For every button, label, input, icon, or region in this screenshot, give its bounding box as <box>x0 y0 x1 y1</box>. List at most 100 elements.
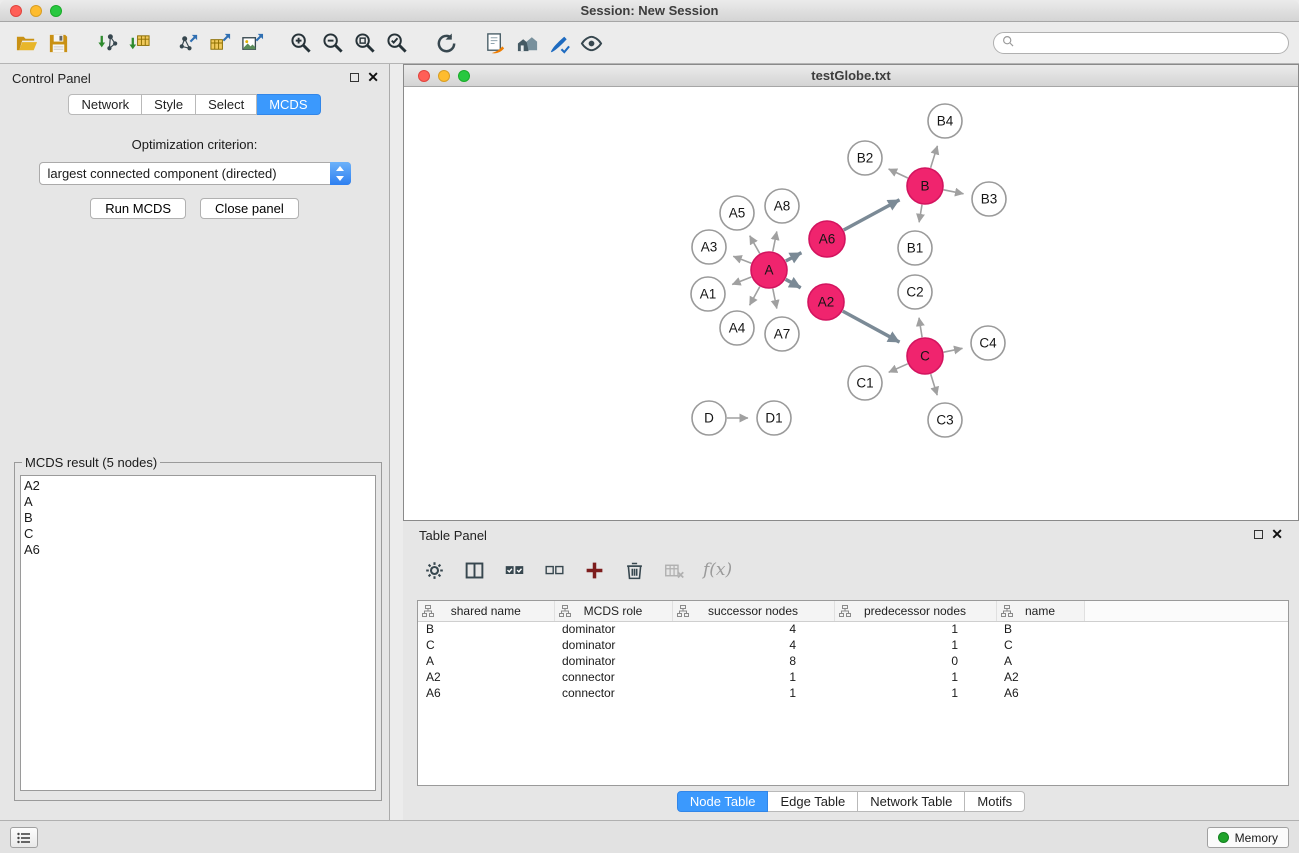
edge-A2-C[interactable] <box>843 311 900 342</box>
graph-node-A4[interactable]: A4 <box>720 311 754 345</box>
list-item[interactable]: B <box>24 510 375 526</box>
edge-B-B1[interactable] <box>919 205 922 223</box>
edge-C-C2[interactable] <box>919 318 922 338</box>
import-network-icon[interactable] <box>91 27 123 59</box>
graph-node-A5[interactable]: A5 <box>720 196 754 230</box>
edge-B-B2[interactable] <box>889 169 908 178</box>
edge-A-A3[interactable] <box>733 256 751 263</box>
network-maximize-button[interactable] <box>458 70 470 82</box>
zoom-in-icon[interactable] <box>285 27 317 59</box>
graph-node-B1[interactable]: B1 <box>898 231 932 265</box>
edge-A-A6[interactable] <box>786 253 802 261</box>
tab-network-table[interactable]: Network Table <box>858 791 965 812</box>
home-icon[interactable] <box>511 27 543 59</box>
network-view-icon[interactable] <box>479 27 511 59</box>
edge-A-A1[interactable] <box>732 277 751 285</box>
graph-node-C3[interactable]: C3 <box>928 403 962 437</box>
style-brush-icon[interactable] <box>543 27 575 59</box>
edge-C-C4[interactable] <box>944 348 963 352</box>
close-window-button[interactable] <box>10 5 22 17</box>
table-row[interactable]: A6connector11A6 <box>418 685 1288 701</box>
unselect-all-icon[interactable] <box>539 555 569 585</box>
minimize-window-button[interactable] <box>30 5 42 17</box>
list-item[interactable]: A <box>24 494 375 510</box>
optimization-criterion-dropdown[interactable]: largest connected component (directed) <box>39 162 351 185</box>
tab-edge-table[interactable]: Edge Table <box>768 791 858 812</box>
delete-table-icon[interactable] <box>659 555 689 585</box>
graph-node-C[interactable]: C <box>907 338 943 374</box>
refresh-icon[interactable] <box>430 27 462 59</box>
add-row-icon[interactable] <box>579 555 609 585</box>
tab-select[interactable]: Select <box>196 94 257 115</box>
table-row[interactable]: Bdominator41B <box>418 621 1288 637</box>
table-row[interactable]: Adominator80A <box>418 653 1288 669</box>
table-row[interactable]: A2connector11A2 <box>418 669 1288 685</box>
edge-C-C3[interactable] <box>931 374 938 395</box>
export-network-icon[interactable] <box>172 27 204 59</box>
graph-node-B2[interactable]: B2 <box>848 141 882 175</box>
graph-node-B3[interactable]: B3 <box>972 182 1006 216</box>
edge-B-B3[interactable] <box>944 190 964 194</box>
graph-node-A[interactable]: A <box>751 252 787 288</box>
graph-node-A2[interactable]: A2 <box>808 284 844 320</box>
delete-row-icon[interactable] <box>619 555 649 585</box>
export-table-icon[interactable] <box>204 27 236 59</box>
close-panel-icon[interactable]: ✕ <box>367 69 379 86</box>
graph-node-B4[interactable]: B4 <box>928 104 962 138</box>
column-header[interactable]: shared name <box>418 601 554 621</box>
mcds-result-list[interactable]: A2ABCA6 <box>20 475 376 791</box>
graph-node-A6[interactable]: A6 <box>809 221 845 257</box>
edge-A-A5[interactable] <box>750 236 760 254</box>
import-table-icon[interactable] <box>123 27 155 59</box>
graph-node-B[interactable]: B <box>907 168 943 204</box>
tab-mcds[interactable]: MCDS <box>257 94 320 115</box>
graph-node-C2[interactable]: C2 <box>898 275 932 309</box>
select-all-icon[interactable] <box>499 555 529 585</box>
edge-A6-B[interactable] <box>844 200 900 230</box>
function-builder-icon[interactable]: f(x) <box>703 560 732 580</box>
tab-node-table[interactable]: Node Table <box>677 791 769 812</box>
edge-A-A8[interactable] <box>773 232 777 252</box>
table-close-panel-icon[interactable]: ✕ <box>1271 526 1283 543</box>
search-input[interactable] <box>1020 36 1280 51</box>
edge-A-A4[interactable] <box>750 287 760 306</box>
open-folder-icon[interactable] <box>10 27 42 59</box>
graph-node-D1[interactable]: D1 <box>757 401 791 435</box>
tab-motifs[interactable]: Motifs <box>965 791 1025 812</box>
tab-style[interactable]: Style <box>142 94 196 115</box>
table-row[interactable]: Cdominator41C <box>418 637 1288 653</box>
run-mcds-button[interactable]: Run MCDS <box>90 198 186 219</box>
edge-C-C1[interactable] <box>889 364 908 373</box>
save-icon[interactable] <box>42 27 74 59</box>
graph-node-C4[interactable]: C4 <box>971 326 1005 360</box>
graph-node-A1[interactable]: A1 <box>691 277 725 311</box>
edge-A-A7[interactable] <box>773 289 777 309</box>
column-header[interactable]: predecessor nodes <box>834 601 996 621</box>
column-header[interactable]: name <box>996 601 1084 621</box>
maximize-window-button[interactable] <box>50 5 62 17</box>
list-item[interactable]: A2 <box>24 478 375 494</box>
search-field[interactable] <box>993 32 1289 54</box>
memory-button[interactable]: Memory <box>1207 827 1289 848</box>
close-panel-button[interactable]: Close panel <box>200 198 299 219</box>
graph-node-A7[interactable]: A7 <box>765 317 799 351</box>
eye-icon[interactable] <box>575 27 607 59</box>
graph-node-A3[interactable]: A3 <box>692 230 726 264</box>
zoom-selected-icon[interactable] <box>381 27 413 59</box>
graph-node-C1[interactable]: C1 <box>848 366 882 400</box>
column-header[interactable]: MCDS role <box>554 601 672 621</box>
float-panel-icon[interactable] <box>350 73 359 82</box>
tab-network[interactable]: Network <box>68 94 142 115</box>
network-graph[interactable]: B4B2BB3A5A8A6B1A3AC2A1A2A4A7C4CC1C3DD1 <box>404 88 1298 520</box>
column-header[interactable]: successor nodes <box>672 601 834 621</box>
zoom-fit-icon[interactable] <box>349 27 381 59</box>
zoom-out-icon[interactable] <box>317 27 349 59</box>
graph-node-D[interactable]: D <box>692 401 726 435</box>
list-item[interactable]: C <box>24 526 375 542</box>
export-image-icon[interactable] <box>236 27 268 59</box>
edge-B-B4[interactable] <box>931 146 938 168</box>
columns-icon[interactable] <box>459 555 489 585</box>
edge-A-A2[interactable] <box>786 279 801 288</box>
network-minimize-button[interactable] <box>438 70 450 82</box>
gear-icon[interactable] <box>419 555 449 585</box>
